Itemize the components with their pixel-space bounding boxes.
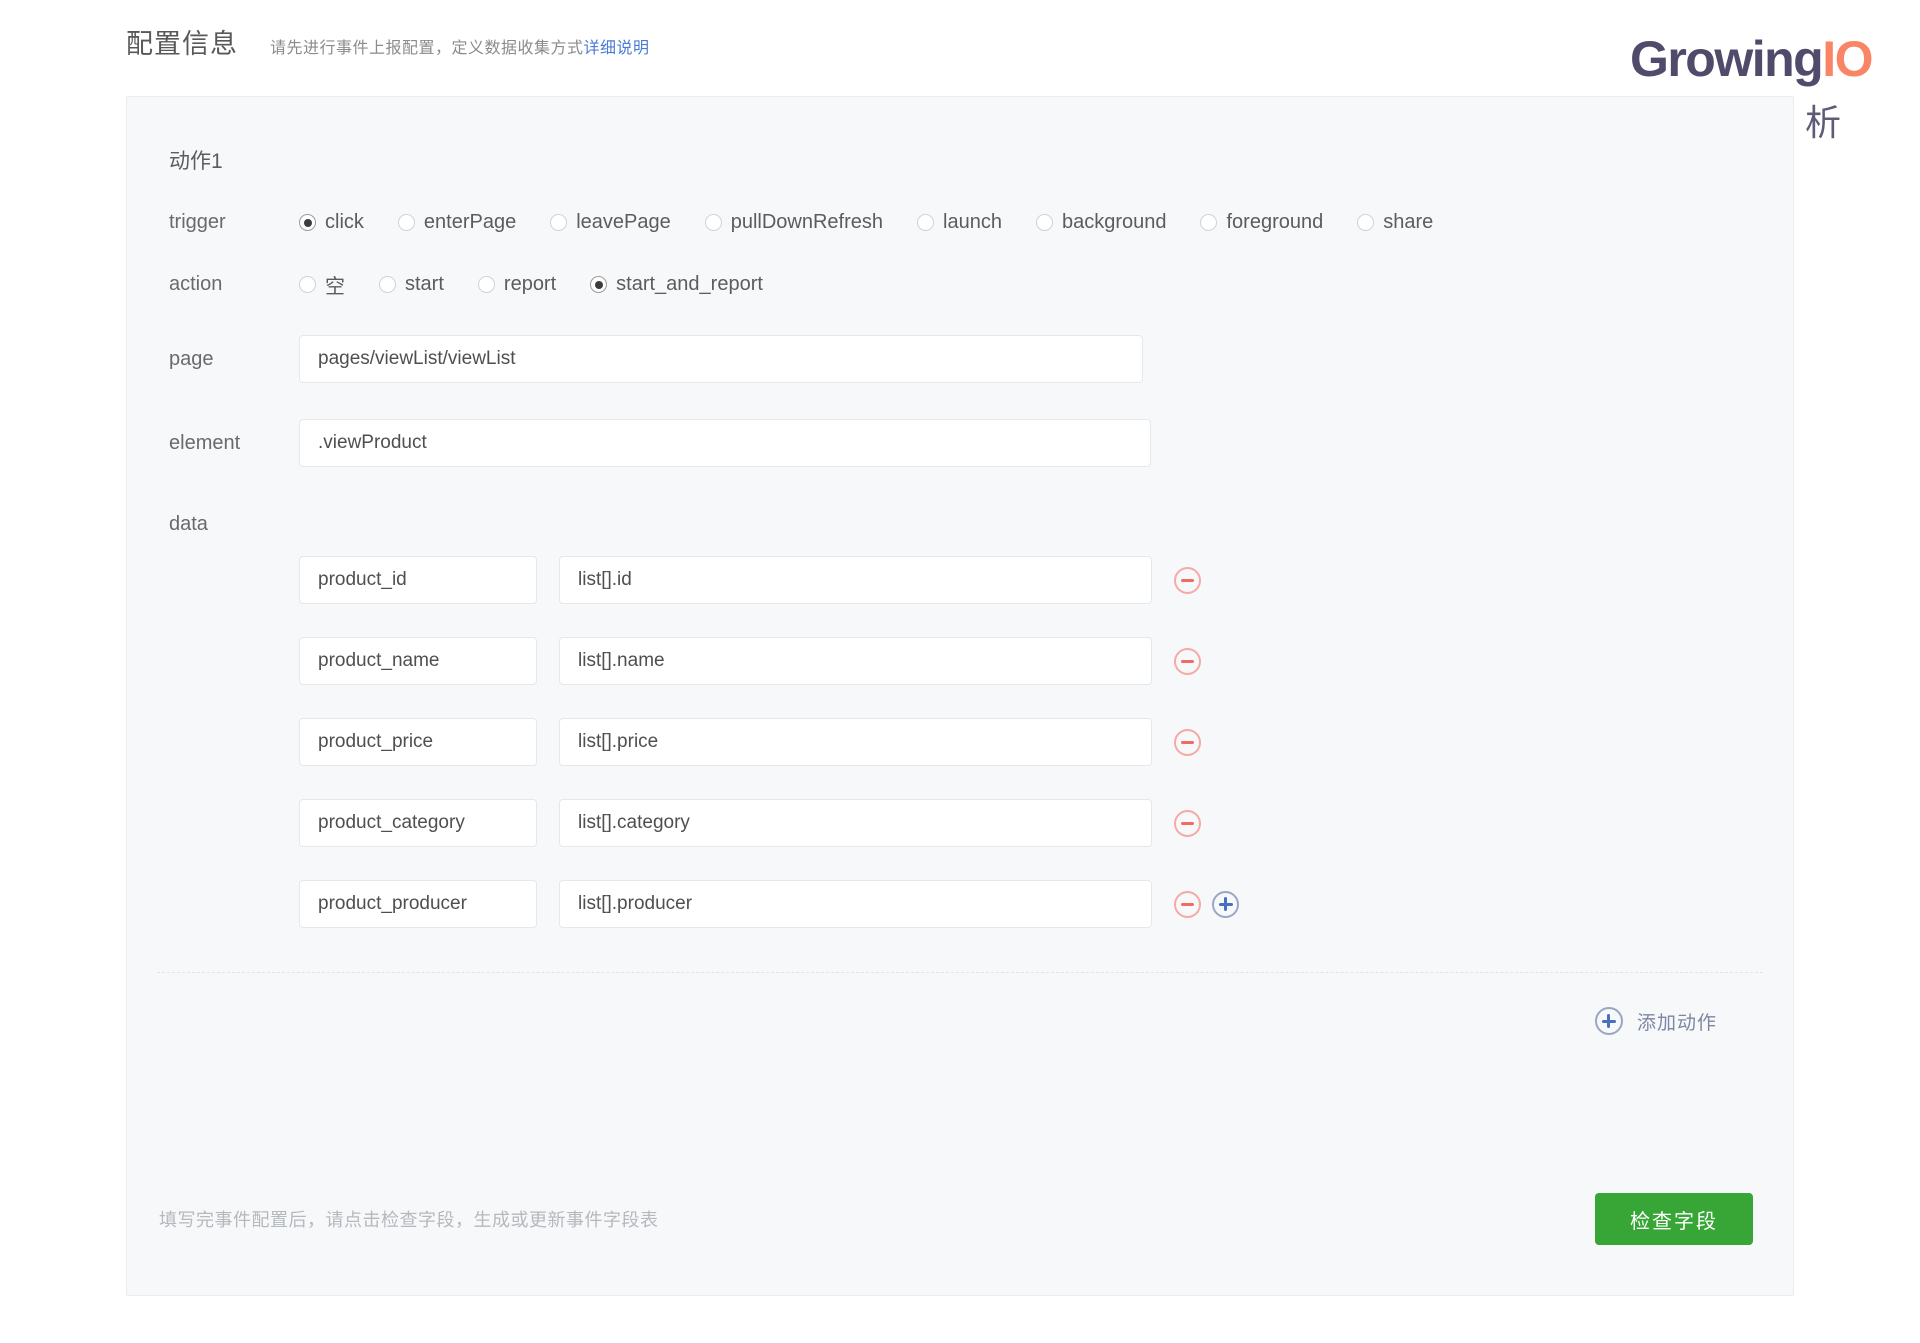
radio-icon [550, 214, 568, 231]
trigger-option-label: enterPage [423, 211, 517, 233]
data-row-actions [1174, 566, 1201, 594]
radio-icon [917, 214, 935, 231]
action-option-label: report [503, 273, 557, 295]
page-title: 配置信息 [126, 29, 238, 59]
footer-hint: 填写完事件配置后，请点击检查字段，生成或更新事件字段表 [159, 1210, 659, 1230]
radio-icon [299, 214, 316, 231]
data-key-input[interactable]: product_price [299, 718, 537, 766]
trigger-option-click[interactable]: click [299, 211, 364, 234]
trigger-option-leavepage[interactable]: leavePage [550, 211, 671, 234]
add-action-row: 添加动作 [127, 973, 1793, 1035]
trigger-option-background[interactable]: background [1035, 211, 1167, 234]
action-option-report[interactable]: report [477, 273, 557, 296]
action-radio-group: 空 start report start_and_report [299, 270, 797, 299]
page-subtitle-text: 请先进行事件上报配置，定义数据收集方式 [270, 40, 584, 57]
detail-doc-link[interactable]: 详细说明 [584, 40, 650, 57]
radio-icon [590, 276, 608, 293]
brand-wordmark: GrowingIO [1629, 31, 1874, 87]
plus-circle-icon [1594, 1007, 1623, 1035]
data-key-input[interactable]: product_category [299, 799, 537, 847]
trigger-option-label: share [1383, 211, 1434, 233]
data-row-actions [1174, 890, 1239, 918]
action-row: action 空 start report start_and_report [127, 270, 1793, 299]
trigger-option-launch[interactable]: launch [917, 211, 1002, 234]
data-value-input[interactable]: list[].producer [559, 880, 1152, 928]
trigger-option-share[interactable]: share [1357, 211, 1433, 234]
action-block-title: 动作1 [169, 150, 223, 173]
remove-field-icon[interactable] [1174, 890, 1201, 918]
trigger-option-label: leavePage [576, 211, 671, 233]
data-value-input[interactable]: list[].category [559, 799, 1152, 847]
remove-field-icon[interactable] [1174, 809, 1201, 837]
radio-icon [379, 276, 396, 293]
element-label: element [169, 431, 241, 454]
data-key-input[interactable]: product_id [299, 556, 537, 604]
page-row: page pages/viewList/viewList [127, 335, 1793, 383]
page-header: 配置信息 请先进行事件上报配置，定义数据收集方式详细说明 [126, 22, 650, 61]
brand-name-primary: Growing [1629, 31, 1824, 87]
remove-field-icon[interactable] [1174, 566, 1201, 594]
data-field-row: product_producer list[].producer [299, 880, 1793, 928]
data-row-header: data [127, 513, 1793, 536]
radio-icon [299, 276, 316, 293]
trigger-option-pulldownrefresh[interactable]: pullDownRefresh [704, 211, 884, 234]
data-field-row: product_id list[].id [299, 556, 1793, 604]
radio-icon [704, 214, 722, 231]
page-subtitle: 请先进行事件上报配置，定义数据收集方式详细说明 [270, 34, 650, 58]
trigger-label: trigger [169, 211, 226, 233]
add-action-button[interactable]: 添加动作 [1594, 1007, 1717, 1035]
remove-field-icon[interactable] [1174, 728, 1201, 756]
data-field-list: product_id list[].id product_name list[]… [127, 556, 1793, 928]
trigger-option-foreground[interactable]: foreground [1200, 211, 1323, 234]
trigger-option-label: launch [943, 211, 1002, 233]
radio-icon [1357, 214, 1375, 231]
radio-icon [1200, 214, 1218, 231]
action-block-1: 动作1 trigger click enterPage leavePage pu… [127, 97, 1793, 1035]
element-input[interactable]: .viewProduct [299, 419, 1151, 467]
action-label: action [169, 273, 223, 295]
trigger-option-label: foreground [1226, 211, 1324, 233]
data-field-row: product_category list[].category [299, 799, 1793, 847]
trigger-row: trigger click enterPage leavePage pullDo… [127, 211, 1793, 234]
add-action-label: 添加动作 [1636, 1012, 1717, 1034]
action-option-label: start [405, 273, 444, 295]
data-row-actions [1174, 647, 1201, 675]
radio-icon [477, 276, 495, 293]
data-row-actions [1174, 809, 1201, 837]
trigger-option-enterpage[interactable]: enterPage [397, 211, 517, 234]
data-key-input[interactable]: product_producer [299, 880, 537, 928]
remove-field-icon[interactable] [1174, 647, 1201, 675]
radio-icon [1035, 214, 1053, 231]
action-option-empty[interactable]: 空 [299, 270, 345, 299]
action-option-start[interactable]: start [379, 273, 444, 296]
action-option-start-and-report[interactable]: start_and_report [590, 273, 763, 296]
action-option-label: 空 [325, 276, 345, 298]
trigger-option-label: click [325, 211, 364, 233]
element-row: element .viewProduct [127, 419, 1793, 467]
action-option-label: start_and_report [616, 273, 763, 295]
data-value-input[interactable]: list[].price [559, 718, 1152, 766]
data-value-input[interactable]: list[].name [559, 637, 1152, 685]
data-value-input[interactable]: list[].id [559, 556, 1152, 604]
data-row-actions [1174, 728, 1201, 756]
data-field-row: product_price list[].price [299, 718, 1793, 766]
trigger-option-label: pullDownRefresh [730, 211, 884, 233]
data-label: data [169, 513, 208, 535]
config-card: 动作1 trigger click enterPage leavePage pu… [126, 96, 1794, 1296]
data-key-input[interactable]: product_name [299, 637, 537, 685]
data-field-row: product_name list[].name [299, 637, 1793, 685]
brand-name-accent: IO [1822, 31, 1873, 87]
add-field-icon[interactable] [1212, 890, 1239, 918]
radio-icon [397, 214, 415, 231]
card-footer: 填写完事件配置后，请点击检查字段，生成或更新事件字段表 检查字段 [127, 1143, 1793, 1295]
check-fields-button[interactable]: 检查字段 [1595, 1193, 1753, 1245]
page-label: page [169, 347, 214, 370]
trigger-option-label: background [1061, 211, 1167, 233]
trigger-radio-group: click enterPage leavePage pullDownRefres… [299, 211, 1467, 234]
page-input[interactable]: pages/viewList/viewList [299, 335, 1143, 383]
